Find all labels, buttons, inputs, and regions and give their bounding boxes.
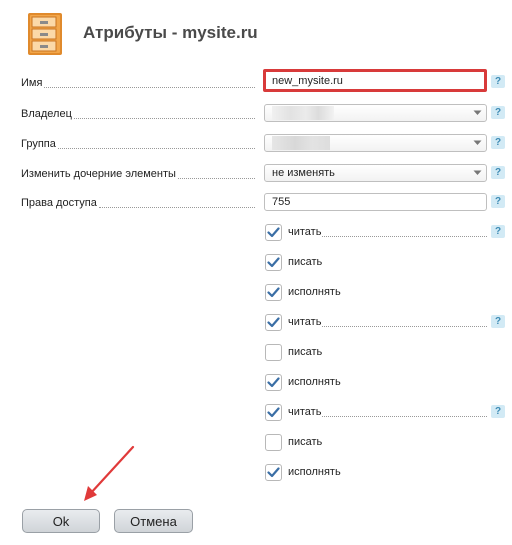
permission-help-icon[interactable]: ? (491, 225, 505, 238)
name-help-icon[interactable]: ? (491, 75, 505, 88)
checkmark-icon (267, 286, 280, 297)
chevron-down-icon[interactable] (471, 137, 484, 149)
group-select[interactable] (264, 134, 487, 152)
group-label: Группа (21, 137, 257, 151)
cancel-button[interactable]: Отмена (114, 509, 193, 533)
permission-checkbox-row[interactable]: исполнять (265, 373, 487, 391)
permission-checkbox-label: писать (288, 346, 323, 358)
permission-checkbox[interactable] (265, 223, 282, 241)
permissions-label: Права доступа (21, 196, 257, 210)
permission-checkbox-row[interactable]: исполнять (265, 463, 487, 481)
permission-checkbox[interactable] (265, 253, 282, 271)
red-arrow-annotation (84, 445, 135, 501)
permission-checkbox[interactable] (265, 433, 282, 451)
checkmark-icon (267, 256, 280, 267)
permission-checkbox-label: читать (288, 406, 322, 418)
permission-help-icon[interactable]: ? (491, 405, 505, 418)
owner-help-icon[interactable]: ? (491, 106, 505, 119)
checkmark-icon (267, 376, 280, 387)
checkmark-icon (267, 406, 280, 417)
permission-checkbox-label: читать (288, 226, 322, 238)
file-cabinet-icon (28, 13, 62, 55)
permission-checkbox-row[interactable]: читать (265, 313, 487, 331)
permission-checkbox-label: писать (288, 256, 323, 268)
permission-checkbox-label: писать (288, 436, 323, 448)
chevron-down-icon[interactable] (471, 107, 484, 119)
permission-checkbox[interactable] (265, 463, 282, 481)
change-children-select[interactable]: не изменять (264, 164, 487, 182)
ok-button[interactable]: Ok (22, 509, 100, 533)
owner-select[interactable] (264, 104, 487, 122)
group-help-icon[interactable]: ? (491, 136, 505, 149)
dialog-title: Атрибуты - mysite.ru (83, 23, 258, 42)
change-children-label: Изменить дочерние элементы (21, 167, 257, 181)
permission-checkbox-row[interactable]: исполнять (265, 283, 487, 301)
permission-help-icon[interactable]: ? (491, 315, 505, 328)
permission-checkbox-row[interactable]: читать (265, 403, 487, 421)
change-children-help-icon[interactable]: ? (491, 166, 505, 179)
permission-checkbox-label: исполнять (288, 376, 341, 388)
permission-checkbox[interactable] (265, 283, 282, 301)
permission-checkbox[interactable] (265, 403, 282, 421)
permission-checkbox-label: читать (288, 316, 322, 328)
checkmark-icon (267, 466, 280, 477)
checkmark-icon (267, 316, 280, 327)
chevron-down-icon[interactable] (471, 167, 484, 179)
name-input[interactable]: new_mysite.ru (263, 69, 487, 92)
permission-checkbox-row[interactable]: читать (265, 223, 487, 241)
owner-label: Владелец (21, 107, 257, 121)
permission-checkbox-label: исполнять (288, 286, 341, 298)
permission-checkbox-row[interactable]: писать (265, 433, 487, 451)
group-value-redacted (272, 136, 330, 150)
checkmark-icon (267, 226, 280, 237)
owner-value-redacted (272, 106, 334, 120)
permission-checkbox-label: исполнять (288, 466, 341, 478)
header (22, 12, 68, 56)
permission-checkbox-row[interactable]: писать (265, 253, 487, 271)
permission-checkbox-row[interactable]: писать (265, 343, 487, 361)
permission-checkbox[interactable] (265, 313, 282, 331)
permission-checkbox[interactable] (265, 373, 282, 391)
permissions-help-icon[interactable]: ? (491, 195, 505, 208)
permission-checkbox[interactable] (265, 343, 282, 361)
name-label: Имя (21, 76, 257, 90)
permissions-input[interactable]: 755 (264, 193, 487, 211)
